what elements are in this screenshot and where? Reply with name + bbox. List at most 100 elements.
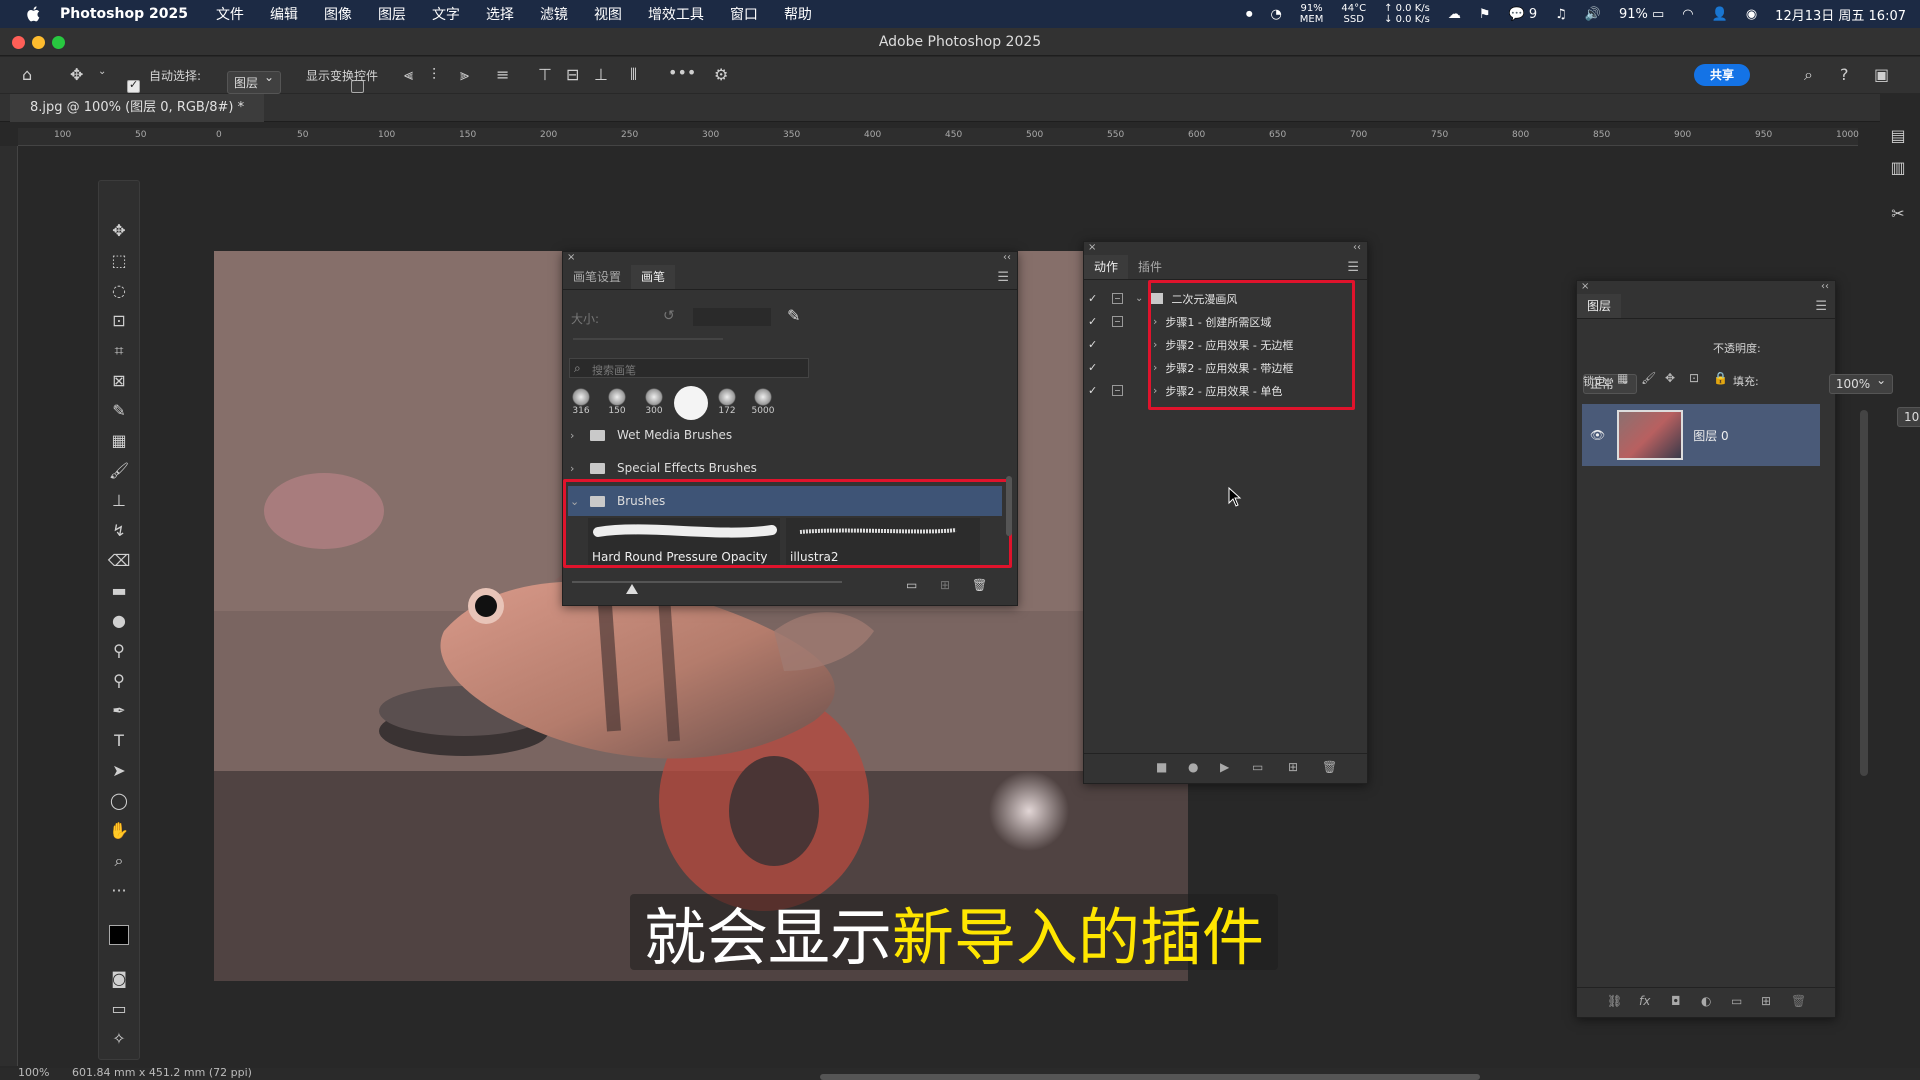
brush-list-scrollbar[interactable] [1006,476,1012,536]
panel-menu-icon[interactable]: ☰ [997,270,1009,285]
align-top-icon[interactable]: ⊤ [538,65,552,84]
menu-edit[interactable]: 编辑 [270,4,298,24]
stamp-tool-icon[interactable]: ⊥ [107,489,131,513]
vertical-scrollbar[interactable] [1860,410,1868,776]
panel-collapse-icon[interactable]: ‹‹ [1003,252,1011,263]
document-size[interactable]: 601.84 mm x 451.2 mm (72 ppi) [72,1066,252,1079]
reset-size-icon[interactable]: ↺ [663,308,675,324]
music-icon[interactable]: ♫ [1555,7,1567,22]
fill-field[interactable]: 100% [1896,407,1920,427]
dialog-toggle-icon[interactable] [1112,385,1123,396]
menu-select[interactable]: 选择 [486,4,514,24]
lock-paint-icon[interactable]: 🖌 [1641,371,1656,385]
check-icon[interactable]: ✓ [1088,338,1102,351]
zoom-level[interactable]: 100% [18,1066,49,1079]
panel-collapse-icon[interactable]: ‹‹ [1353,242,1361,253]
folder-wet-media-brushes[interactable]: › Wet Media Brushes [568,420,1002,450]
path-selection-tool-icon[interactable]: ➤ [107,759,131,783]
auto-select-dropdown[interactable]: 图层 [227,70,282,94]
type-tool-icon[interactable]: T [107,729,131,753]
hand-tool-icon[interactable]: ✋ [107,819,131,843]
more-tools-icon[interactable]: ··· [107,879,131,903]
align-bottom-icon[interactable]: ⊥ [594,65,608,84]
lock-all-icon[interactable]: 🔒 [1713,371,1728,385]
object-selection-tool-icon[interactable]: ⊡ [107,309,131,333]
battery-status[interactable]: 91% ▭ [1619,7,1664,22]
move-tool-icon[interactable]: ✥ [107,219,131,243]
delete-icon[interactable]: 🗑 [972,578,987,592]
slider-handle[interactable] [626,584,638,594]
apple-icon[interactable] [24,4,44,24]
tools-panel-icon[interactable]: ✂ [1884,200,1912,228]
menu-file[interactable]: 文件 [216,4,244,24]
tab-brush-settings[interactable]: 画笔设置 [563,265,631,289]
zoom-window-button[interactable] [52,36,65,49]
panel-close-icon[interactable]: × [1581,281,1589,292]
dialog-toggle-icon[interactable] [1112,362,1123,373]
notes-panel-icon[interactable]: ▥ [1884,154,1912,182]
stop-icon[interactable]: ■ [1156,760,1167,774]
brush-tip-icon[interactable]: ✎ [787,306,800,325]
brush-preset[interactable]: 300 [639,388,669,416]
align-left-icon[interactable]: ⫷ [404,65,413,85]
new-brush-icon[interactable]: ⊞ [940,578,950,592]
menu-help[interactable]: 帮助 [784,4,812,24]
chevron-down-icon[interactable]: ⌄ [1135,293,1143,304]
new-set-icon[interactable]: ▭ [1252,760,1263,774]
lasso-tool-icon[interactable]: ◌ [107,279,131,303]
new-group-icon[interactable]: ▭ [1731,994,1742,1008]
ellipse-tool-icon[interactable]: ◯ [107,789,131,813]
tab-brushes[interactable]: 画笔 [631,265,676,289]
document-tab[interactable]: 8.jpg @ 100% (图层 0, RGB/8#) * [10,94,265,122]
eyedropper-tool-icon[interactable]: ✎ [107,399,131,423]
link-layers-icon[interactable]: ⛓ [1607,994,1622,1008]
datetime[interactable]: 12月13日 周五 16:07 [1775,5,1906,24]
menu-filter[interactable]: 滤镜 [540,4,568,24]
crop-tool-icon[interactable]: ⌗ [107,339,131,363]
pen-tool-icon[interactable]: ✒ [107,699,131,723]
new-folder-icon[interactable]: ▭ [906,578,917,592]
record-icon[interactable]: ⏺ [1246,7,1253,22]
home-icon[interactable]: ⌂ [22,65,32,84]
vertical-ruler[interactable] [0,146,18,1066]
foreground-color-swatch[interactable] [109,925,129,945]
distribute-icon[interactable]: ≡ [496,65,509,84]
align-right-icon[interactable]: ⫸ [460,65,469,85]
network-stat[interactable]: ↑ 0.0 K/s ↓ 0.0 K/s [1384,3,1430,25]
tab-plugins[interactable]: 插件 [1128,255,1172,279]
add-mask-icon[interactable]: ◘ [1671,994,1681,1008]
help-icon[interactable]: ? [1840,65,1849,84]
panel-menu-icon[interactable]: ☰ [1347,260,1359,275]
bookmark-icon[interactable]: ⚑ [1479,7,1491,22]
more-options-icon[interactable]: ••• [668,63,696,82]
brush-search-field[interactable]: ⌕ 搜索画笔 [569,358,809,378]
tab-layers[interactable]: 图层 [1577,294,1622,318]
tab-actions[interactable]: 动作 [1084,255,1129,279]
search-icon[interactable]: ⌕ [1804,65,1813,85]
size-slider[interactable] [573,338,723,340]
brush-preset[interactable]: 316 [566,388,596,416]
play-icon[interactable]: ▶ [1220,760,1229,774]
layer-row[interactable]: 👁 图层 0 [1582,404,1820,466]
check-icon[interactable]: ✓ [1088,361,1102,374]
delete-layer-icon[interactable]: 🗑 [1791,994,1806,1008]
workspace-icon[interactable]: ▣ [1874,65,1889,84]
check-icon[interactable]: ✓ [1088,292,1102,305]
brush-preset[interactable]: 172 [712,388,742,416]
align-middle-icon[interactable]: ⊟ [566,65,579,84]
new-layer-icon[interactable]: ⊞ [1761,994,1771,1008]
brush-tool-icon[interactable]: 🖌 [107,459,131,483]
settings-gear-icon[interactable]: ⚙ [714,65,728,84]
menu-plugins[interactable]: 增效工具 [648,4,704,24]
eraser-tool-icon[interactable]: ⌫ [107,549,131,573]
delete-icon[interactable]: 🗑 [1322,760,1337,774]
menu-image[interactable]: 图像 [324,4,352,24]
panel-close-icon[interactable]: × [1088,242,1096,253]
lock-artboard-icon[interactable]: ⊡ [1689,371,1699,385]
menu-window[interactable]: 窗口 [730,4,758,24]
new-action-icon[interactable]: ⊞ [1288,760,1298,774]
quick-mask-icon[interactable]: ◙ [107,967,131,991]
zoom-tool-icon[interactable]: ⌕ [107,849,131,873]
screen-mode-icon[interactable]: ▭ [107,997,131,1021]
lock-position-icon[interactable]: ✥ [1665,371,1675,385]
